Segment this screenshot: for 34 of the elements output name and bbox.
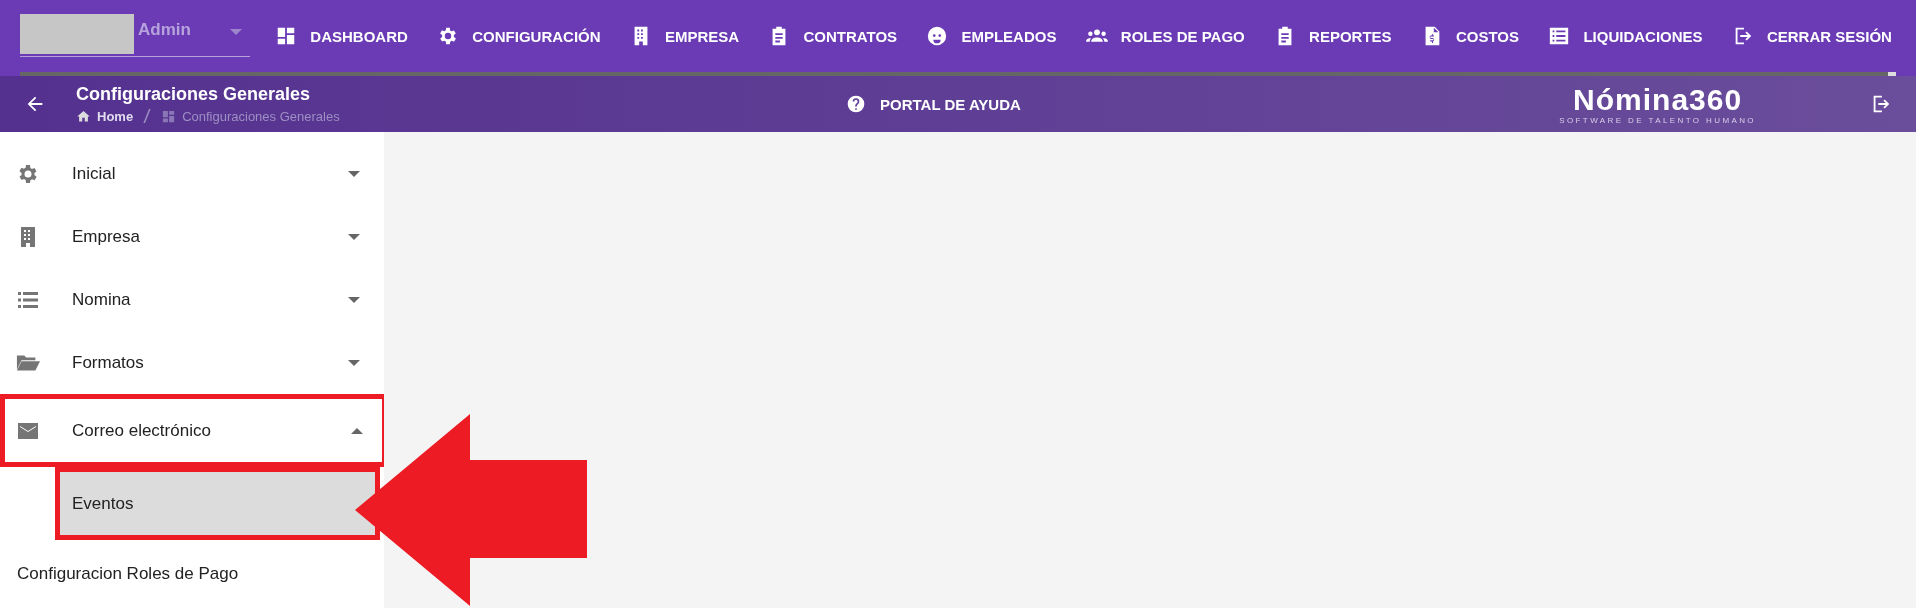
sidebar-item[interactable]: Inicial: [0, 142, 384, 205]
collapse-caret-icon: [351, 427, 363, 434]
expand-caret-icon: [348, 296, 360, 303]
nav-link[interactable]: ROLES DE PAGO: [1081, 19, 1249, 53]
nav-link[interactable]: CONTRATOS: [764, 19, 902, 53]
expand-caret-icon: [348, 359, 360, 366]
nav-link[interactable]: REPORTES: [1270, 19, 1396, 53]
page-title: Configuraciones Generales: [76, 84, 312, 105]
logo-wordmark: Nómina360: [1573, 83, 1743, 116]
sidebar-item[interactable]: Nomina: [0, 268, 384, 331]
breadcrumb-separator-icon: [143, 108, 152, 124]
sidebar-item[interactable]: Correo electrónico: [0, 394, 387, 467]
expand-caret-icon: [348, 233, 360, 240]
breadcrumb-link[interactable]: Home: [97, 108, 134, 124]
sidebar-item[interactable]: Formatos: [0, 331, 384, 394]
dashboard-icon: [161, 108, 177, 124]
nav-link[interactable]: EMPRESA: [625, 19, 744, 53]
help-icon: [846, 94, 866, 114]
expand-caret-icon: [348, 170, 360, 177]
nav-link[interactable]: EMPLEADOS: [922, 19, 1061, 53]
sidebar-item[interactable]: Empresa: [0, 205, 384, 268]
face-icon: [926, 25, 949, 47]
list-icon: [1548, 25, 1571, 47]
nav-link[interactable]: CERRAR SESIÓN: [1727, 19, 1896, 53]
logo-tagline: SOFTWARE DE TALENTO HUMANO: [1559, 115, 1756, 125]
nav-link[interactable]: COSTOS: [1416, 19, 1524, 53]
sidebar-link[interactable]: Configuracion Roles de Pago: [0, 540, 384, 608]
nav-link[interactable]: CONFIGURACIÓN: [433, 19, 605, 53]
nav-link[interactable]: DASHBOARD: [271, 19, 412, 53]
nav-link[interactable]: LIQUIDACIONES: [1544, 19, 1707, 53]
help-portal-link[interactable]: PORTAL DE AYUDA: [846, 94, 1021, 114]
caret-icon: [230, 28, 242, 35]
sidebar-subitem[interactable]: Eventos: [55, 467, 380, 540]
home-icon: [76, 108, 91, 124]
